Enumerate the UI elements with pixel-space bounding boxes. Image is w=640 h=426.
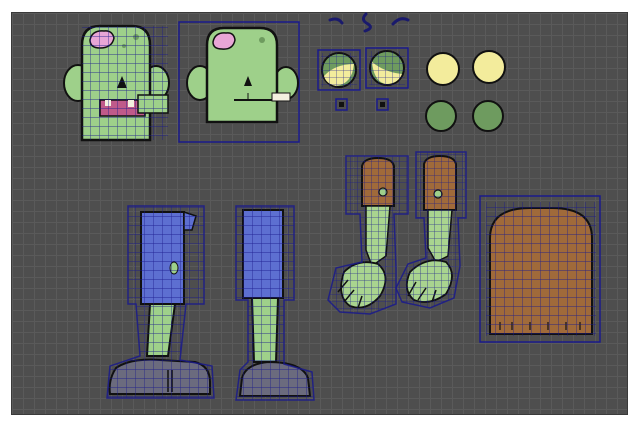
eyeball-uv-pair[interactable] <box>317 47 409 91</box>
eyeball-green-pair[interactable] <box>425 100 504 132</box>
zombie-head-uv-duplicate[interactable] <box>178 21 300 143</box>
right-leg-uv[interactable] <box>235 205 315 401</box>
torso-back-uv[interactable] <box>479 195 601 343</box>
eyeball-yellow-pair[interactable] <box>426 50 506 86</box>
uv-editor-window <box>0 0 640 426</box>
zombie-head-uv-textured[interactable] <box>63 24 170 142</box>
left-leg-uv[interactable] <box>106 205 215 399</box>
iris-dots[interactable] <box>335 98 389 111</box>
eyebrow-strokes[interactable] <box>328 12 410 33</box>
uv-canvas[interactable] <box>0 0 640 426</box>
left-arm-uv[interactable] <box>327 155 409 315</box>
